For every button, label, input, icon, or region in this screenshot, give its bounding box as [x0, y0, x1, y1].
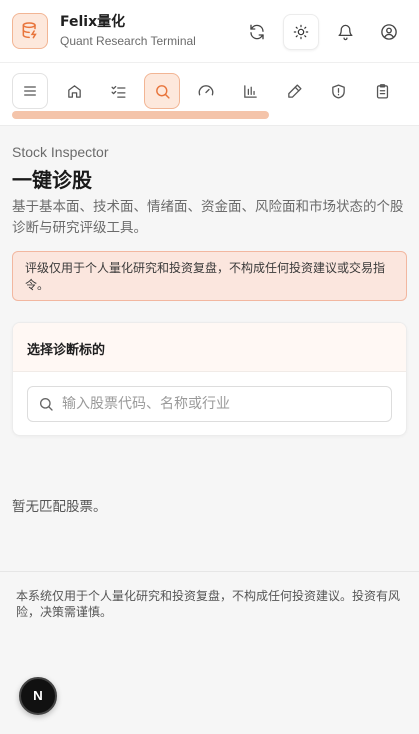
user-circle-icon: [381, 24, 397, 40]
search-icon: [155, 84, 170, 99]
menu-icon: [24, 86, 36, 96]
nav-item-tools[interactable]: [276, 73, 312, 109]
app-header: Felix量化 Quant Research Terminal: [0, 0, 419, 62]
nav-item-risk[interactable]: [320, 73, 356, 109]
brand: Felix量化 Quant Research Terminal: [60, 13, 196, 49]
floating-action-button[interactable]: N: [19, 677, 57, 715]
search-card: 选择诊断标的: [12, 322, 407, 436]
n-logo-icon: N: [33, 688, 43, 703]
refresh-icon: [250, 24, 264, 40]
footer-disclaimer: 本系统仅用于个人量化研究和投资复盘，不构成任何投资建议。投资有风险，决策需谨慎。: [16, 589, 401, 619]
theme-toggle-button[interactable]: [283, 14, 319, 50]
nav-item-dashboard[interactable]: [188, 73, 224, 109]
home-icon: [67, 84, 81, 98]
refresh-button[interactable]: [239, 14, 275, 50]
nav-scrollbar[interactable]: [12, 111, 269, 119]
database-icon[interactable]: [12, 13, 48, 49]
footer: 本系统仅用于个人量化研究和投资复盘，不构成任何投资建议。投资有风险，决策需谨慎。: [0, 571, 419, 734]
search-card-heading: 选择诊断标的: [13, 323, 406, 372]
pen-icon: [287, 83, 302, 98]
nav-bar: [0, 62, 419, 126]
gauge-icon: [198, 85, 214, 96]
stock-search-input[interactable]: [62, 396, 381, 412]
shield-icon: [331, 83, 345, 99]
nav-item-home[interactable]: [56, 73, 92, 109]
nav-item-stock-inspector[interactable]: [144, 73, 180, 109]
bar-chart-icon: [243, 84, 257, 98]
main-content: Stock Inspector 一键诊股 基于基本面、技术面、情绪面、资金面、风…: [0, 143, 419, 516]
page-description: 基于基本面、技术面、情绪面、资金面、风险面和市场状态的个股诊断与研究评级工具。: [12, 199, 404, 236]
page-eyebrow: Stock Inspector: [12, 144, 109, 160]
nav-item-tasks[interactable]: [100, 73, 136, 109]
nav-item-charts[interactable]: [232, 73, 268, 109]
stock-search-box[interactable]: [27, 386, 392, 422]
app-name: Felix量化: [60, 14, 126, 30]
app-subtitle: Quant Research Terminal: [60, 34, 196, 48]
nav-items: [12, 73, 400, 109]
empty-state-text: 暂无匹配股票。: [12, 499, 107, 515]
account-button[interactable]: [371, 14, 407, 50]
search-icon: [40, 398, 53, 411]
fab-letter: N: [33, 688, 43, 703]
checklist-icon: [110, 85, 126, 98]
risk-warning-banner: 评级仅用于个人量化研究和投资复盘，不构成任何投资建议或交易指令。: [12, 251, 407, 301]
nav-menu-button[interactable]: [12, 73, 48, 109]
bell-icon: [337, 24, 353, 40]
nav-item-reports[interactable]: [364, 73, 400, 109]
sun-icon: [293, 24, 309, 40]
clipboard-icon: [376, 83, 388, 99]
notifications-button[interactable]: [327, 14, 363, 50]
header-actions: [239, 14, 407, 50]
page-title: 一键诊股: [12, 168, 92, 192]
